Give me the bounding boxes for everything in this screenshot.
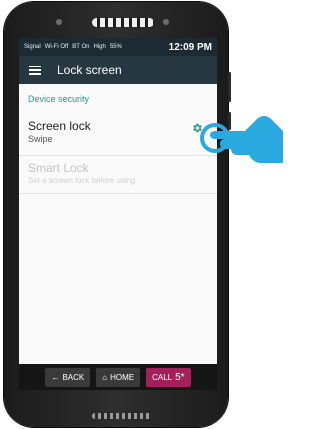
page-title: Lock screen bbox=[57, 63, 122, 77]
bt-indicator: BT On bbox=[72, 44, 90, 50]
back-button[interactable]: ← BACK bbox=[45, 367, 91, 387]
nav-bar: ← BACK ⌂ HOME CALL 5* bbox=[19, 364, 217, 390]
earpiece-speaker bbox=[92, 18, 154, 27]
pointing-hand-icon bbox=[200, 116, 283, 163]
phone-screen: Signal Wi-Fi Off BT On High 55% 12:09 PM… bbox=[19, 38, 217, 390]
smart-lock-item: Smart Lock Set a screen lock before usin… bbox=[19, 156, 217, 194]
section-header-device-security: Device security bbox=[28, 94, 90, 104]
screen-lock-item[interactable]: Screen lock Swipe bbox=[19, 110, 217, 156]
screen-lock-title: Screen lock bbox=[28, 119, 91, 133]
home-button[interactable]: ⌂ HOME bbox=[96, 367, 141, 387]
smart-lock-subtitle: Set a screen lock before using bbox=[28, 176, 136, 185]
front-camera bbox=[56, 19, 62, 25]
volume-indicator: High bbox=[93, 44, 106, 50]
call-label: CALL bbox=[152, 372, 173, 382]
home-label: HOME bbox=[110, 372, 135, 382]
sensor-dot bbox=[163, 19, 169, 25]
screen-lock-subtitle: Swipe bbox=[28, 134, 53, 144]
bottom-speaker bbox=[92, 413, 152, 419]
app-bar: Lock screen bbox=[19, 56, 217, 84]
wifi-indicator: Wi-Fi Off bbox=[44, 44, 69, 50]
volume-button bbox=[228, 72, 231, 102]
smart-lock-title: Smart Lock bbox=[28, 161, 89, 175]
signal-indicator: Signal bbox=[24, 44, 41, 50]
status-bar: Signal Wi-Fi Off BT On High 55% 12:09 PM bbox=[19, 38, 217, 56]
clock: 12:09 PM bbox=[168, 41, 212, 53]
home-icon: ⌂ bbox=[102, 372, 108, 382]
call-button[interactable]: CALL 5* bbox=[146, 367, 191, 387]
call-suffix: 5* bbox=[175, 371, 185, 383]
back-arrow-icon: ← bbox=[51, 372, 60, 382]
battery-indicator: 55% bbox=[109, 44, 122, 50]
menu-icon[interactable] bbox=[29, 65, 41, 75]
back-label: BACK bbox=[62, 372, 85, 382]
